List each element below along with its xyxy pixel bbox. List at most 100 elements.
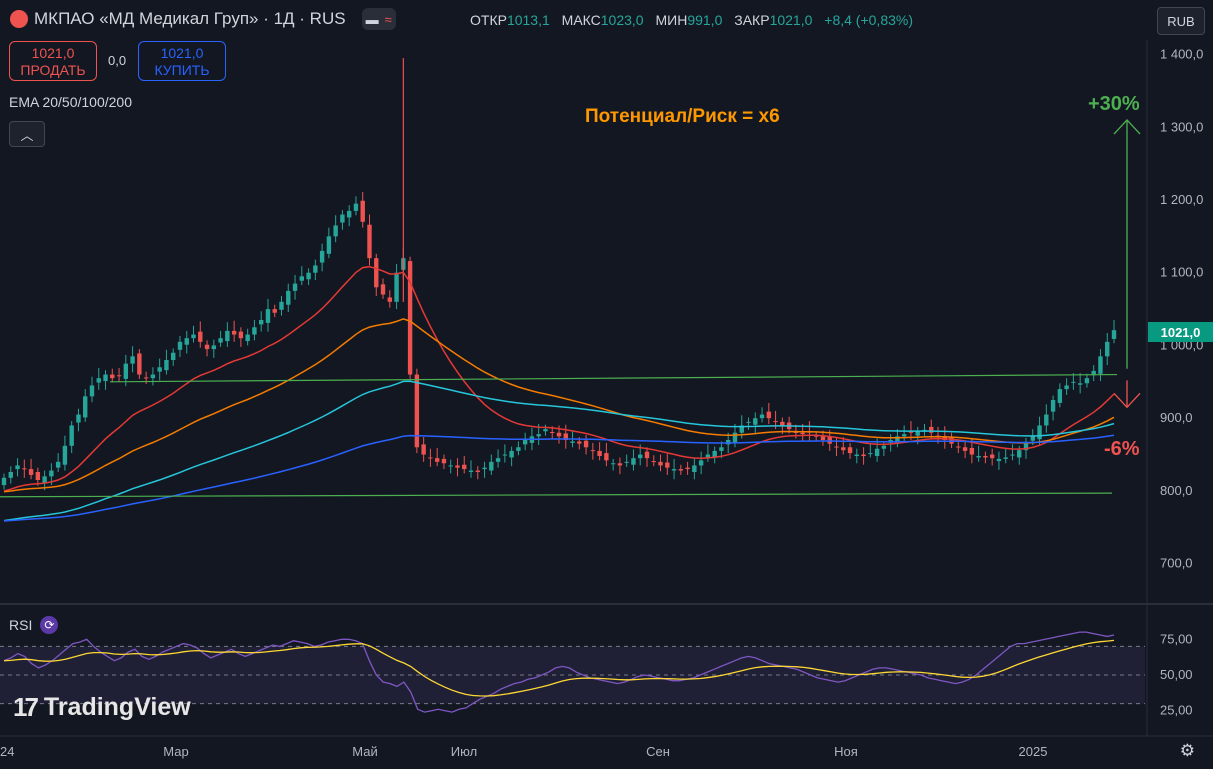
candle-body xyxy=(394,272,399,302)
price-tick-label: 900,0 xyxy=(1160,410,1193,425)
candle-body xyxy=(969,448,975,455)
candle-body xyxy=(468,470,474,472)
candle-body xyxy=(638,454,643,459)
candle-body xyxy=(1030,436,1035,441)
candle-body xyxy=(353,203,359,211)
candle-body xyxy=(956,446,961,448)
buy-price: 1021,0 xyxy=(160,45,204,61)
candle-body xyxy=(421,444,426,455)
settings-gear-icon[interactable]: ⚙ xyxy=(1180,741,1195,761)
candle-body xyxy=(901,434,907,437)
candle-body xyxy=(252,327,257,335)
ema-200-line xyxy=(3,434,1115,522)
buy-button[interactable]: 1021,0 КУПИТЬ xyxy=(138,41,226,81)
candle-body xyxy=(157,367,162,372)
candle-body xyxy=(89,385,95,397)
candle-body xyxy=(407,261,413,375)
candle-body xyxy=(651,461,656,463)
candle-body xyxy=(8,472,13,478)
tv-mark-icon: 17 xyxy=(13,692,39,722)
candle-body xyxy=(286,290,291,305)
sell-label: ПРОДАТЬ xyxy=(20,62,86,78)
candle-body xyxy=(1077,383,1083,385)
chart-container: 1 400,0 1 300,0 1 200,0 1 100,0 1 000,0 900,0… xyxy=(0,0,1213,769)
candle-body xyxy=(698,460,704,466)
candle-body xyxy=(49,470,54,477)
candle-body xyxy=(604,453,609,461)
candle-body xyxy=(949,437,954,444)
candle-body xyxy=(387,297,392,302)
candle-body xyxy=(482,467,487,470)
candle-body xyxy=(462,464,467,470)
candle-body xyxy=(143,377,149,379)
candle-body xyxy=(171,352,176,360)
candle-body xyxy=(692,465,697,472)
candle-body xyxy=(861,454,866,456)
candles-group xyxy=(1,58,1117,491)
candle-body xyxy=(258,320,264,325)
candle-body xyxy=(550,432,555,433)
candle-body xyxy=(103,374,108,382)
candle-body xyxy=(360,200,365,222)
collapse-indicators-button[interactable]: ︿ xyxy=(9,121,45,147)
candle-body xyxy=(962,447,968,451)
price-tick-label: 1 100,0 xyxy=(1160,265,1203,280)
candle-body xyxy=(495,458,501,462)
candle-body xyxy=(319,250,325,263)
candle-body xyxy=(333,225,338,237)
candle-body xyxy=(644,451,650,459)
candle-body xyxy=(96,378,101,383)
time-tick-label: 24 xyxy=(0,744,14,759)
candle-body xyxy=(624,461,629,463)
time-tick-label: Мар xyxy=(163,744,188,759)
candle-body xyxy=(780,421,785,426)
candle-body xyxy=(1044,414,1049,426)
rsi-label[interactable]: RSI xyxy=(9,617,32,633)
spread-value: 0,0 xyxy=(108,53,127,68)
candle-body xyxy=(1084,378,1090,384)
candle-body xyxy=(658,461,663,466)
candle-body xyxy=(130,356,135,364)
candle-body xyxy=(55,461,61,468)
candle-body xyxy=(732,432,738,443)
candle-body xyxy=(577,441,582,444)
candle-body xyxy=(597,450,602,456)
rsi-tick-label: 75,00 xyxy=(1160,631,1193,646)
candle-body xyxy=(570,441,575,443)
time-tick-label: Сен xyxy=(646,744,670,759)
wave-icon[interactable]: ≈ xyxy=(385,12,392,27)
candle-body xyxy=(150,374,156,379)
candle-body xyxy=(218,338,223,343)
candle-body xyxy=(123,363,129,379)
candle-body xyxy=(989,454,995,459)
candle-body xyxy=(434,458,440,462)
downside-annotation: -6% xyxy=(1104,438,1140,460)
ema-indicator-label[interactable]: EMA 20/50/100/200 xyxy=(9,94,132,110)
low-value: 991,0 xyxy=(687,12,723,28)
candle-body xyxy=(1098,356,1103,374)
last-price-tag: 1021,0 xyxy=(1148,322,1213,342)
currency-button[interactable]: RUB xyxy=(1157,7,1205,35)
display-toggle[interactable]: ▬ ≈ xyxy=(361,8,396,30)
time-tick-label: Июл xyxy=(451,744,477,759)
candle-body xyxy=(225,330,230,342)
high-value: 1023,0 xyxy=(600,12,644,28)
candle-body xyxy=(326,236,332,254)
sell-button[interactable]: 1021,0 ПРОДАТЬ xyxy=(9,41,97,81)
price-tick-label: 800,0 xyxy=(1160,483,1193,498)
refresh-icon[interactable]: ⟳ xyxy=(40,616,59,634)
candle-body xyxy=(1105,341,1110,357)
candle-body xyxy=(306,272,311,280)
candle-body xyxy=(610,463,616,465)
candle-body xyxy=(983,456,988,458)
symbol-title[interactable]: МКПАО «МД Медикал Груп» · 1Д · RUS xyxy=(34,9,346,29)
candle-body xyxy=(543,429,548,432)
candle-body xyxy=(590,450,596,452)
minus-icon[interactable]: ▬ xyxy=(366,12,379,27)
candle-body xyxy=(773,421,778,423)
candle-body xyxy=(854,454,860,456)
chevron-up-icon: ︿ xyxy=(20,127,34,143)
candle-body xyxy=(279,301,284,310)
candle-body xyxy=(617,463,623,466)
upside-annotation: +30% xyxy=(1088,93,1140,115)
